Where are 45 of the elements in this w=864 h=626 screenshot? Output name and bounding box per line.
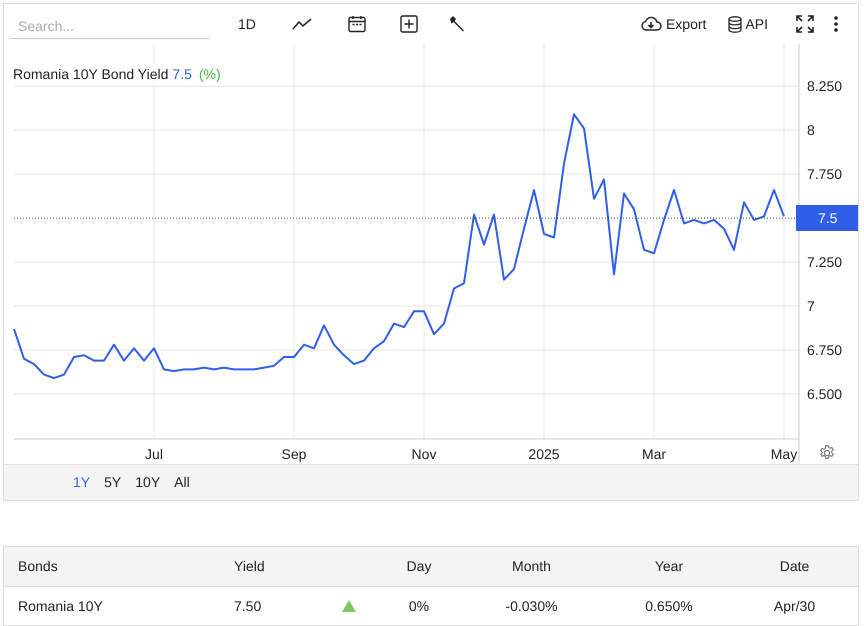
y-axis-label: 6.500 [807,386,842,402]
x-axis-label: Sep [282,446,306,462]
range-tab[interactable]: 5Y [99,472,126,493]
table-cell: 0% [408,598,430,614]
range-tab[interactable]: 1Y [68,472,96,493]
line-chart-icon[interactable] [292,17,312,31]
table-cell: Romania 10Y [18,598,103,614]
column-header: Date [780,558,810,574]
range-tab[interactable]: 10Y [130,472,166,493]
table-cell: 7.50 [234,598,262,614]
export-button[interactable]: Export [640,14,706,34]
fullscreen-icon[interactable] [796,15,814,33]
x-axis-label: May [770,446,798,462]
api-button[interactable]: API [728,14,768,34]
y-axis-label: 7.250 [807,254,842,270]
current-value: 7.5 [172,65,192,84]
database-icon [728,16,742,32]
y-axis-label: 7 [807,298,815,314]
x-axis-label: Nov [412,446,436,462]
table-cell: 0.650% [645,598,693,614]
current-value-badge: 7.5 [796,205,858,232]
calendar-icon[interactable] [348,15,366,33]
settings-icon[interactable] [818,444,836,462]
chart-title: Romania 10Y Bond Yield [13,65,168,84]
column-header: Day [406,558,432,574]
more-icon[interactable] [834,16,838,32]
x-axis-label: Jul [145,446,163,462]
x-axis-label: Mar [642,446,666,462]
interval-button[interactable]: 1D [236,14,258,34]
y-axis-label: 7.750 [807,166,842,182]
table-cell: Apr/30 [774,598,816,614]
search-field[interactable]: Search... [10,13,210,39]
y-axis-label: 8.250 [807,78,842,94]
y-axis-label: 6.750 [807,342,842,358]
column-header: Month [512,558,551,574]
y-axis-label: 8 [807,122,815,138]
x-axis-label: 2025 [528,446,560,462]
cloud-download-icon [640,16,662,32]
table-cell: -0.030% [505,598,558,614]
plus-box-icon[interactable] [400,15,418,33]
column-header: Bonds [18,558,58,574]
range-tab[interactable]: All [169,472,195,493]
column-header: Yield [234,558,265,574]
unit-label: (%) [198,65,221,84]
column-header: Year [654,558,684,574]
